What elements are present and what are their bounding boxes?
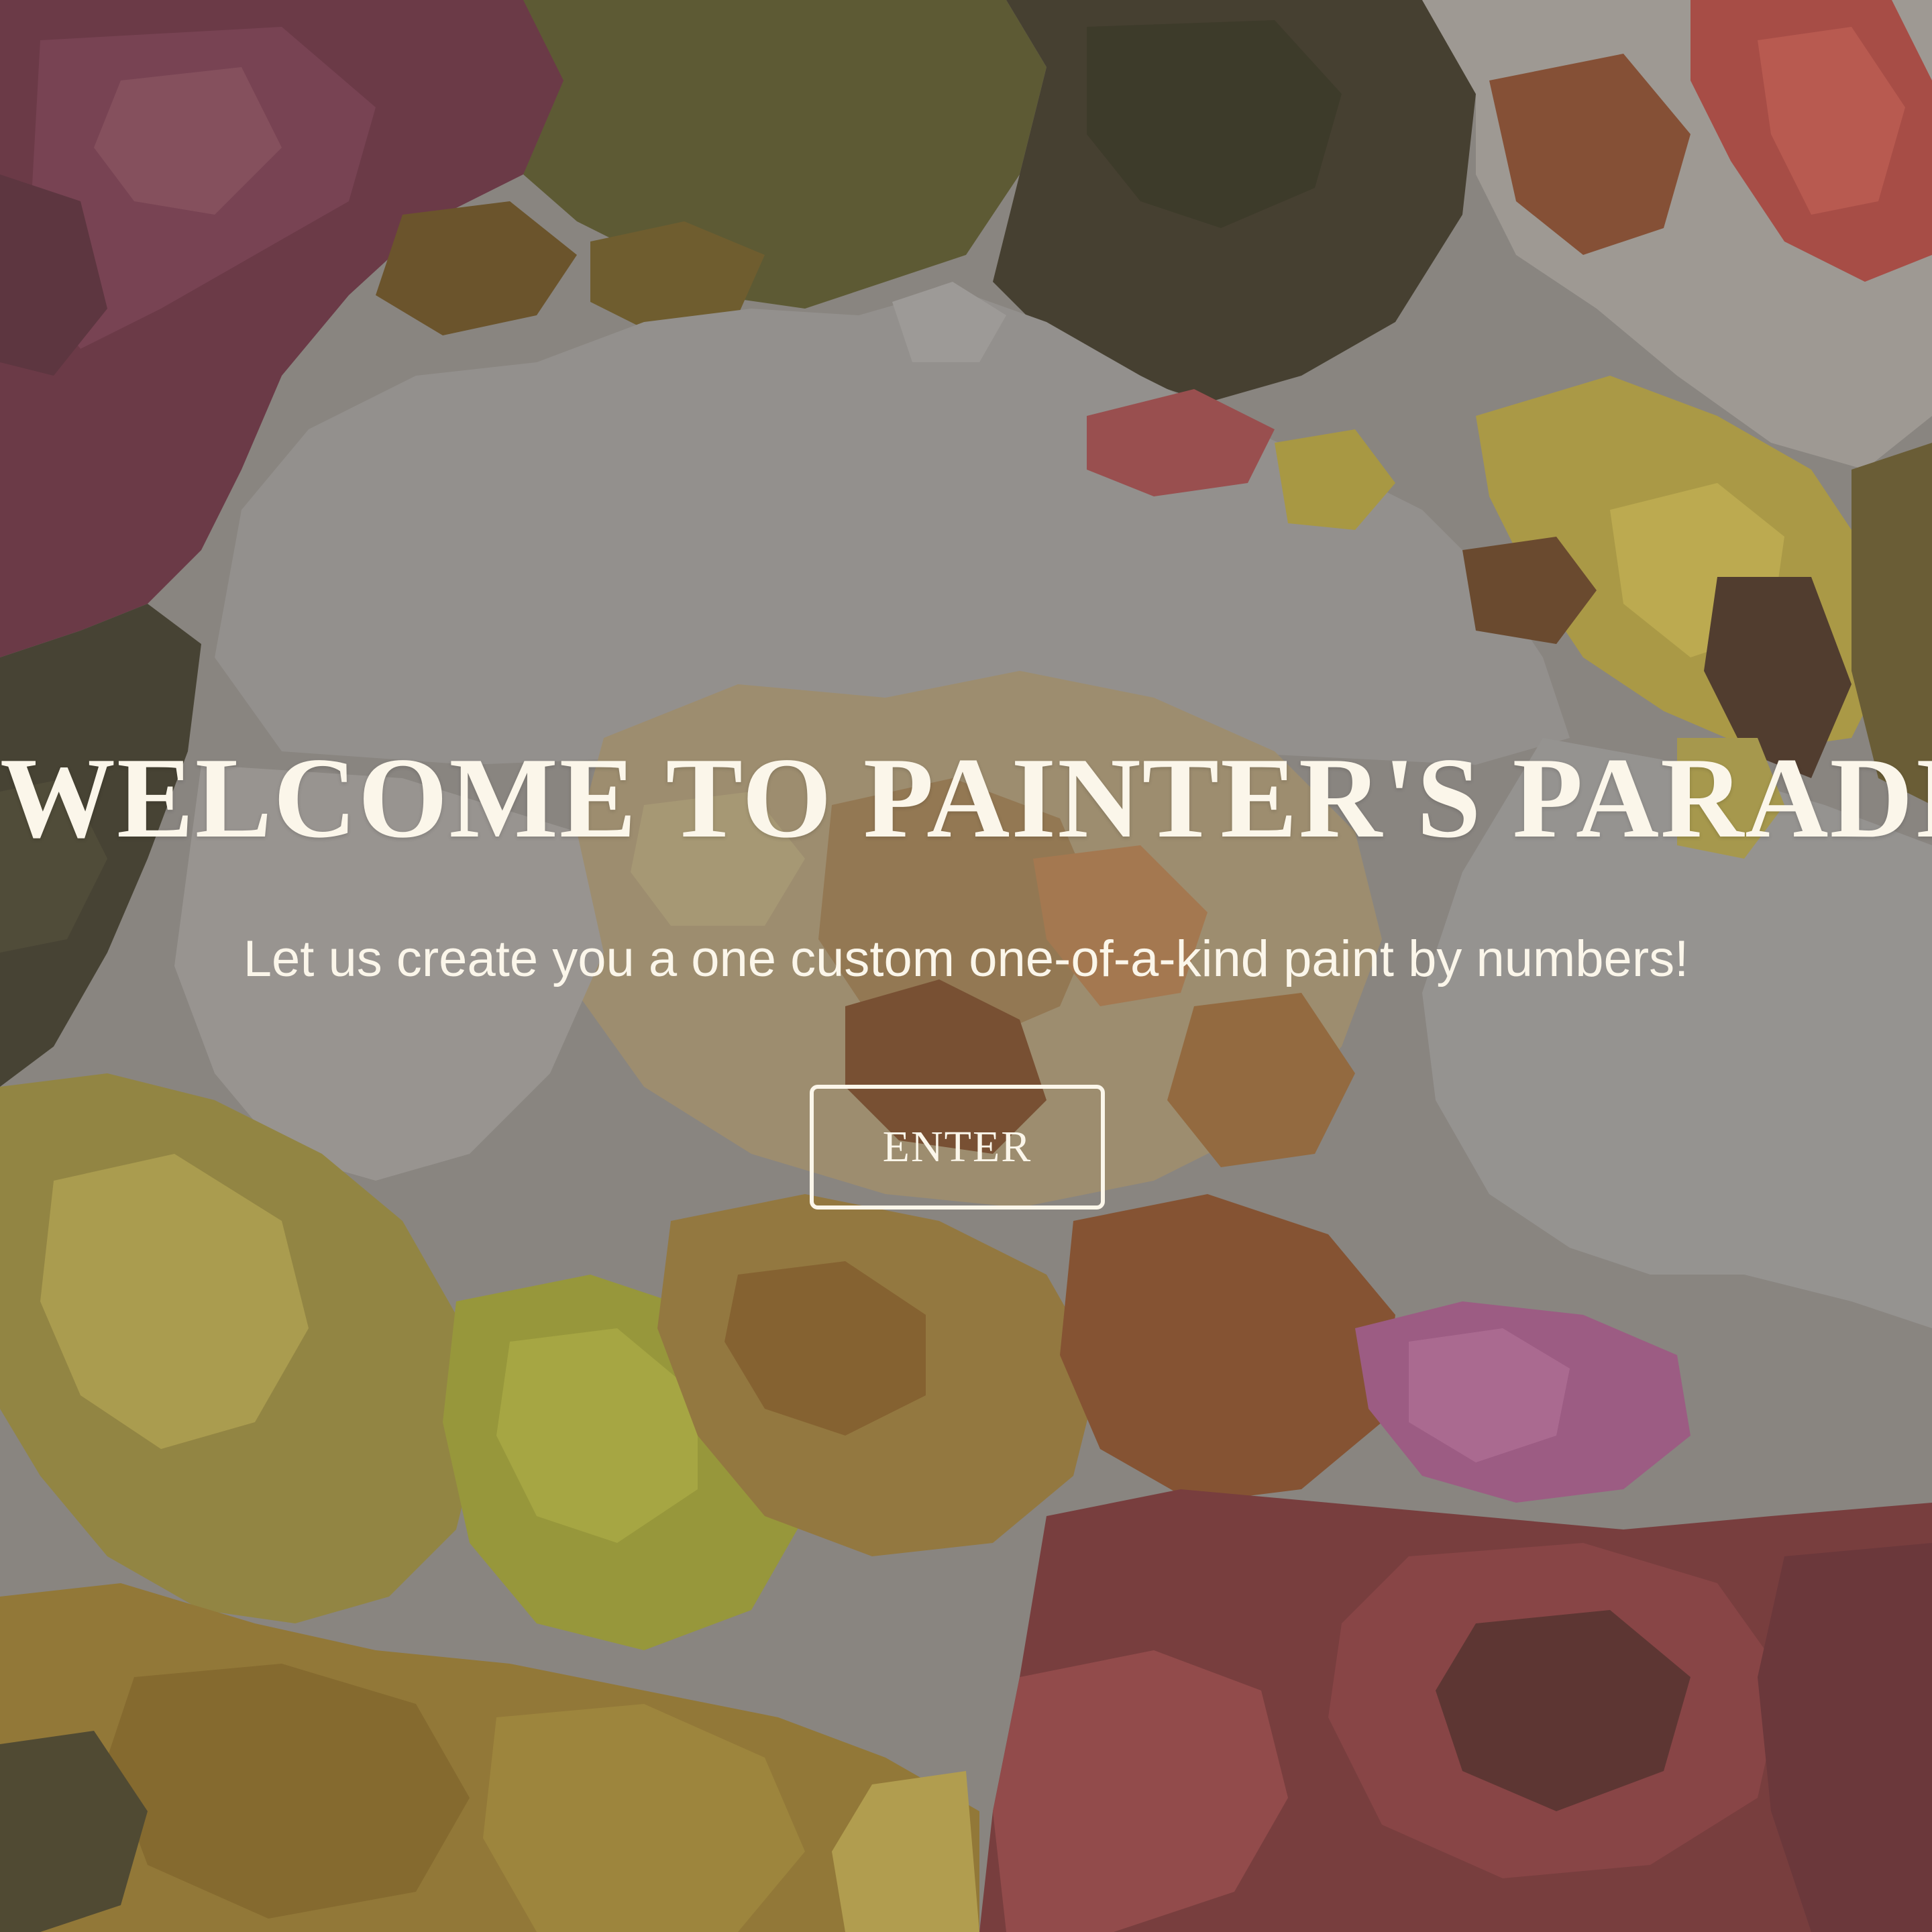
hero-section: WELCOME TO PAINTER'S PARADISE Let us cre… (0, 0, 1932, 1932)
landing-page: WELCOME TO PAINTER'S PARADISE Let us cre… (0, 0, 1932, 1932)
page-title: WELCOME TO PAINTER'S PARADISE (0, 735, 1932, 862)
enter-button[interactable]: ENTER (810, 1085, 1105, 1210)
hero-subtitle: Let us create you a one custom one-of-a-… (243, 930, 1689, 987)
